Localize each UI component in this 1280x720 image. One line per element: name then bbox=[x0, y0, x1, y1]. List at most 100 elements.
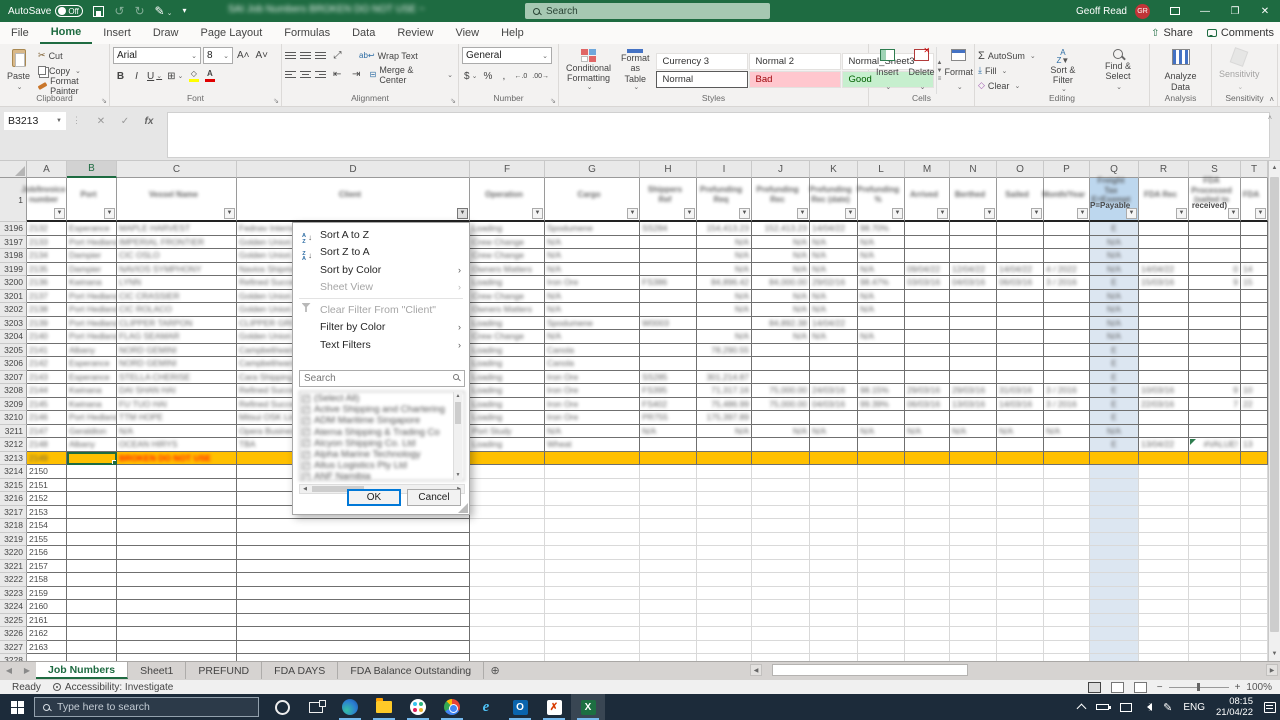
cell-S3205[interactable] bbox=[1189, 343, 1241, 357]
cell-K3226[interactable] bbox=[810, 627, 858, 641]
cell-I3202[interactable]: N/A bbox=[697, 303, 752, 317]
cell-M3213[interactable] bbox=[905, 451, 950, 465]
cell-H3202[interactable] bbox=[640, 303, 697, 317]
cell-F3214[interactable] bbox=[470, 465, 545, 479]
cell-G3213[interactable] bbox=[545, 451, 640, 465]
cell-F3203[interactable]: Loading bbox=[470, 316, 545, 330]
cell-L3217[interactable] bbox=[858, 505, 905, 519]
header-cell-T[interactable]: FDA ▼ bbox=[1241, 178, 1268, 222]
row-header-3223[interactable]: 3223 bbox=[0, 586, 27, 600]
cell-A3198[interactable]: 2134 bbox=[27, 249, 67, 263]
filter-button-G[interactable]: ▼ bbox=[627, 208, 638, 219]
cell-F3207[interactable]: Loading bbox=[470, 370, 545, 384]
cell-D3219[interactable] bbox=[237, 532, 470, 546]
cell-P3222[interactable] bbox=[1044, 573, 1090, 587]
header-cell-L[interactable]: Prefunding % ▼ bbox=[857, 178, 905, 222]
cell-B3218[interactable] bbox=[67, 519, 117, 533]
menu-item-sort-by-color[interactable]: Sort by Color › bbox=[293, 261, 469, 279]
cell-N3199[interactable]: 12/04/22 bbox=[950, 262, 997, 276]
cell-I3214[interactable] bbox=[697, 465, 752, 479]
filter-list-vscrollbar[interactable]: ▲ ▼ bbox=[453, 392, 462, 480]
cell-S3204[interactable] bbox=[1189, 330, 1241, 344]
cell-D3227[interactable] bbox=[237, 640, 470, 654]
cell-G3197[interactable]: N/A bbox=[545, 235, 640, 249]
cell-O3202[interactable] bbox=[997, 303, 1044, 317]
cell-S3217[interactable] bbox=[1189, 505, 1241, 519]
cell-I3215[interactable] bbox=[697, 478, 752, 492]
cell-N3218[interactable] bbox=[950, 519, 997, 533]
cell-G3217[interactable] bbox=[545, 505, 640, 519]
cell-D3220[interactable] bbox=[237, 546, 470, 560]
cell-I3210[interactable]: 175,397.89 bbox=[697, 411, 752, 425]
menu-item-sort-a-to-z[interactable]: AZSort A to Z bbox=[293, 226, 469, 244]
cell-I3196[interactable]: 154,413.23 bbox=[697, 222, 752, 236]
row-header-3221[interactable]: 3221 bbox=[0, 559, 27, 573]
cell-N3226[interactable] bbox=[950, 627, 997, 641]
header-cell-N[interactable]: Berthed ▼ bbox=[950, 178, 997, 222]
cell-N3221[interactable] bbox=[950, 559, 997, 573]
cell-Q3200[interactable]: E bbox=[1090, 276, 1139, 290]
increase-font-icon[interactable]: A˄ bbox=[235, 48, 252, 64]
tab-page-layout[interactable]: Page Layout bbox=[189, 22, 273, 44]
cell-Q3225[interactable] bbox=[1090, 613, 1139, 627]
sort-filter-button[interactable]: A Z▼ Sort & Filter ⌄ bbox=[1038, 47, 1088, 94]
cell-M3198[interactable] bbox=[905, 249, 950, 263]
cell-P3228[interactable] bbox=[1044, 654, 1090, 661]
filter-button-Q[interactable]: ▼ bbox=[1126, 208, 1137, 219]
align-left-icon[interactable] bbox=[285, 70, 296, 79]
cell-F3216[interactable] bbox=[470, 492, 545, 506]
cell-C3204[interactable]: FLAG SEAMAR bbox=[117, 330, 237, 344]
cell-S3219[interactable] bbox=[1189, 532, 1241, 546]
cell-O3200[interactable]: 06/03/16 bbox=[997, 276, 1044, 290]
cell-L3213[interactable] bbox=[858, 451, 905, 465]
cell-A3218[interactable]: 2154 bbox=[27, 519, 67, 533]
scroll-down-icon[interactable]: ▼ bbox=[1269, 647, 1280, 661]
cell-L3208[interactable]: 98.15% bbox=[858, 384, 905, 398]
cell-I3219[interactable] bbox=[697, 532, 752, 546]
cell-G3225[interactable] bbox=[545, 613, 640, 627]
cell-Q3220[interactable] bbox=[1090, 546, 1139, 560]
cell-N3208[interactable]: 29/03/16 bbox=[950, 384, 997, 398]
cell-R3227[interactable] bbox=[1139, 640, 1189, 654]
cell-D3225[interactable] bbox=[237, 613, 470, 627]
slack-icon[interactable] bbox=[401, 694, 435, 720]
cell-R3219[interactable] bbox=[1139, 532, 1189, 546]
align-center-icon[interactable] bbox=[299, 70, 311, 79]
cell-N3216[interactable] bbox=[950, 492, 997, 506]
cell-F3213[interactable] bbox=[470, 451, 545, 465]
alignment-dialog-launcher[interactable]: ⇘ bbox=[450, 97, 456, 105]
zoom-slider[interactable] bbox=[1168, 683, 1229, 691]
borders-icon[interactable]: ⊞ ⌄ bbox=[165, 68, 185, 84]
cell-H3220[interactable] bbox=[640, 546, 697, 560]
format-cells-button[interactable]: Format ⌄ bbox=[941, 47, 978, 94]
cell-D3226[interactable] bbox=[237, 627, 470, 641]
cell-L3214[interactable] bbox=[858, 465, 905, 479]
cancel-button[interactable]: Cancel bbox=[407, 489, 461, 506]
cell-F3212[interactable]: Loading bbox=[470, 438, 545, 452]
cell-B3223[interactable] bbox=[67, 586, 117, 600]
cell-Q3212[interactable]: E bbox=[1090, 438, 1139, 452]
tab-draw[interactable]: Draw bbox=[142, 22, 190, 44]
cell-O3209[interactable]: 14/03/16 bbox=[997, 397, 1044, 411]
cell-F3204[interactable]: Crew Change bbox=[470, 330, 545, 344]
header-cell-D[interactable]: Client ▼ bbox=[237, 178, 470, 222]
accounting-format-icon[interactable]: $ ⌄ bbox=[462, 68, 479, 84]
cell-O3204[interactable] bbox=[997, 330, 1044, 344]
cell-R3213[interactable] bbox=[1139, 451, 1189, 465]
cell-K3217[interactable] bbox=[810, 505, 858, 519]
cell-C3208[interactable]: DAI SHAN HAI bbox=[117, 384, 237, 398]
cell-S3197[interactable] bbox=[1189, 235, 1241, 249]
cell-R3221[interactable] bbox=[1139, 559, 1189, 573]
cell-L3201[interactable]: N/A bbox=[858, 289, 905, 303]
row-header-3203[interactable]: 3203 bbox=[0, 316, 27, 330]
row-header-3210[interactable]: 3210 bbox=[0, 411, 27, 425]
cell-R3206[interactable] bbox=[1139, 357, 1189, 371]
cell-S3214[interactable] bbox=[1189, 465, 1241, 479]
filter-button-H[interactable]: ▼ bbox=[684, 208, 695, 219]
cell-L3205[interactable] bbox=[858, 343, 905, 357]
row-header-3196[interactable]: 3196 bbox=[0, 222, 27, 236]
column-header-K[interactable]: K bbox=[810, 161, 858, 178]
cell-T3203[interactable] bbox=[1241, 316, 1268, 330]
cell-M3226[interactable] bbox=[905, 627, 950, 641]
cell-F3217[interactable] bbox=[470, 505, 545, 519]
